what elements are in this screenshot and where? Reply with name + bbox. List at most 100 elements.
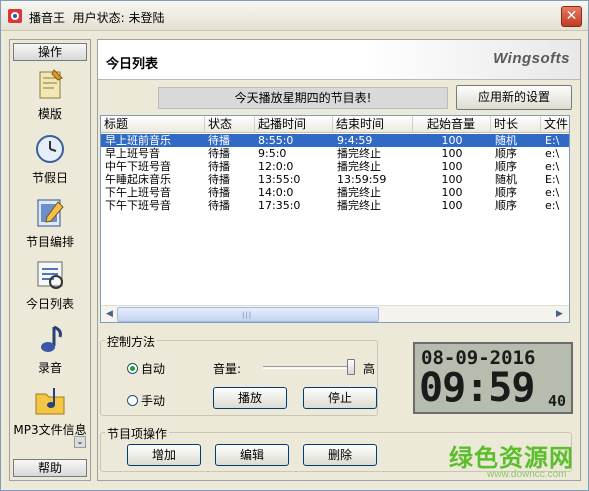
sidebar-item-label: 录音 <box>37 361 62 375</box>
apply-settings-button[interactable]: 应用新的设置 <box>456 85 572 110</box>
music-note-icon <box>41 325 62 352</box>
table-cell-title: 下午上班号音 <box>105 186 171 199</box>
scrollbar-thumb[interactable]: ||| <box>117 307 379 322</box>
watermark-url: www.downcc.com <box>487 469 567 480</box>
table-row[interactable]: 下午下班号音 待播 17:35:0 播完终止 100 顺序 e:\ <box>101 199 569 212</box>
sidebar-item-label: 模版 <box>37 107 62 121</box>
sidebar-item-mp3-info[interactable]: MP3文件信息 <box>10 384 90 442</box>
table-row[interactable]: 早上班号音 待播 9:5:0 播完终止 100 顺序 e:\ <box>101 147 569 160</box>
folder-music-icon <box>35 388 65 415</box>
sidebar-scroll-down-button[interactable]: ⌄ <box>74 436 86 448</box>
page-title: 今日列表 <box>106 57 159 72</box>
table-cell-volume: 100 <box>441 186 463 199</box>
auto-label: 自动 <box>141 362 166 376</box>
window-title: 播音王 用户状态: 未登陆 <box>29 9 165 26</box>
clock-icon <box>36 135 64 163</box>
control-method-group: 控制方法 自动 手动 音量: 高 播放 停止 <box>100 333 378 416</box>
clock-seconds: 40 <box>548 392 567 410</box>
control-method-title: 控制方法 <box>105 333 158 350</box>
close-button[interactable]: ✕ <box>561 6 582 27</box>
digital-clock: 08-09-2016 09:59 40 <box>413 342 573 414</box>
add-button[interactable]: 增加 <box>127 444 201 466</box>
brand-logo: Wingsofts <box>493 50 570 67</box>
sidebar-item-label: 节目编排 <box>25 235 74 249</box>
table-cell-end: 9:4:59 <box>337 134 373 147</box>
sidebar-item-today-list[interactable]: 今日列表 <box>10 258 90 316</box>
program-ops-title: 节目项操作 <box>105 425 170 442</box>
sidebar-item-holiday[interactable]: 节假日 <box>10 132 90 190</box>
sidebar-item-record[interactable]: 录音 <box>10 322 90 380</box>
table-cell-mode: 顺序 <box>495 160 517 173</box>
column-header-status[interactable]: 状态 <box>205 116 255 133</box>
scroll-left-icon[interactable]: ◀ <box>102 307 117 322</box>
table-cell-status: 待播 <box>208 160 230 173</box>
table-cell-title: 早上班前音乐 <box>105 134 171 147</box>
list-icon <box>37 261 63 289</box>
column-header-duration[interactable]: 时长 <box>491 116 541 133</box>
table-row[interactable]: 下午上班号音 待播 14:0:0 播完终止 100 顺序 e:\ <box>101 186 569 199</box>
volume-slider-track[interactable] <box>263 366 351 369</box>
horizontal-scrollbar[interactable]: ◀ ||| ▶ <box>101 305 569 322</box>
column-header-volume[interactable]: 起始音量 <box>413 116 491 133</box>
table-cell-volume: 100 <box>441 134 463 147</box>
volume-slider-thumb[interactable] <box>347 359 355 375</box>
table-cell-end: 13:59:59 <box>337 173 387 186</box>
delete-button[interactable]: 删除 <box>303 444 377 466</box>
main-header: 今日列表 Wingsofts <box>98 40 580 80</box>
table-cell-volume: 100 <box>441 199 463 212</box>
table-header: 标题 状态 起播时间 结束时间 起始音量 时长 文件 <box>101 116 569 133</box>
table-cell-end: 播完终止 <box>337 186 381 199</box>
main-panel: 今日列表 Wingsofts 今天播放星期四的节目表! 应用新的设置 标题 状态… <box>97 39 581 481</box>
sidebar-footer-help[interactable]: 帮助 <box>13 459 87 477</box>
table-cell-volume: 100 <box>441 147 463 160</box>
table-cell-title: 午睡起床音乐 <box>105 173 171 186</box>
table-cell-file: E:\ <box>545 173 560 186</box>
manual-radio[interactable]: 手动 <box>127 392 165 409</box>
sidebar: 操作 模版 节假日 节目编排 今日列表 录音 MP3文件信息 ⌄ 帮助 <box>9 39 91 481</box>
day-notice: 今天播放星期四的节目表! <box>158 87 448 109</box>
auto-radio[interactable]: 自动 <box>127 360 165 377</box>
sidebar-item-schedule[interactable]: 节目编排 <box>10 196 90 254</box>
table-cell-start: 17:35:0 <box>258 199 301 212</box>
table-cell-volume: 100 <box>441 160 463 173</box>
table-row[interactable]: 中午下班号音 待播 12:0:0 播完终止 100 顺序 e:\ <box>101 160 569 173</box>
table-cell-start: 14:0:0 <box>258 186 294 199</box>
table-cell-end: 播完终止 <box>337 199 381 212</box>
user-status-label: 用户状态: <box>72 11 125 25</box>
table-row[interactable]: 午睡起床音乐 待播 13:55:0 13:59:59 100 随机 E:\ <box>101 173 569 186</box>
play-button[interactable]: 播放 <box>213 387 287 409</box>
watermark-text: 绿色资源网 <box>449 444 574 472</box>
template-icon <box>39 69 63 99</box>
radio-unchecked-icon <box>127 395 138 406</box>
column-header-title[interactable]: 标题 <box>101 116 205 133</box>
table-cell-start: 9:5:0 <box>258 147 287 160</box>
table-cell-title: 早上班号音 <box>105 147 160 160</box>
sidebar-header-operations[interactable]: 操作 <box>13 43 87 61</box>
volume-label: 音量: <box>213 362 242 376</box>
table-cell-mode: 随机 <box>495 173 517 186</box>
table-cell-file: E:\ <box>545 134 560 147</box>
table-cell-start: 12:0:0 <box>258 160 294 173</box>
manual-label: 手动 <box>141 394 166 408</box>
scrollbar-grip: ||| <box>242 311 253 319</box>
sidebar-item-label: 节假日 <box>31 171 68 185</box>
scroll-right-icon[interactable]: ▶ <box>552 307 567 322</box>
title-bar[interactable]: 播音王 用户状态: 未登陆 ✕ <box>1 1 588 31</box>
table-cell-file: e:\ <box>545 186 560 199</box>
sidebar-item-template[interactable]: 模版 <box>10 68 90 126</box>
table-cell-file: e:\ <box>545 147 560 160</box>
stop-button[interactable]: 停止 <box>303 387 377 409</box>
table-cell-file: e:\ <box>545 160 560 173</box>
app-window: 播音王 用户状态: 未登陆 ✕ 操作 模版 节假日 节目编排 今日列表 录音 M… <box>0 0 589 491</box>
column-header-end[interactable]: 结束时间 <box>333 116 413 133</box>
app-logo-icon <box>8 9 22 23</box>
volume-max-label: 高 <box>363 362 376 376</box>
table-cell-mode: 顺序 <box>495 199 517 212</box>
edit-button[interactable]: 编辑 <box>215 444 289 466</box>
column-header-start[interactable]: 起播时间 <box>255 116 333 133</box>
table-cell-status: 待播 <box>208 186 230 199</box>
table-row[interactable]: 早上班前音乐 待播 8:55:0 9:4:59 100 随机 E:\ <box>101 134 569 147</box>
schedule-table[interactable]: 标题 状态 起播时间 结束时间 起始音量 时长 文件 早上班前音乐 待播 8:55:… <box>100 115 570 323</box>
table-cell-file: e:\ <box>545 199 560 212</box>
column-header-file[interactable]: 文件 <box>541 116 569 133</box>
